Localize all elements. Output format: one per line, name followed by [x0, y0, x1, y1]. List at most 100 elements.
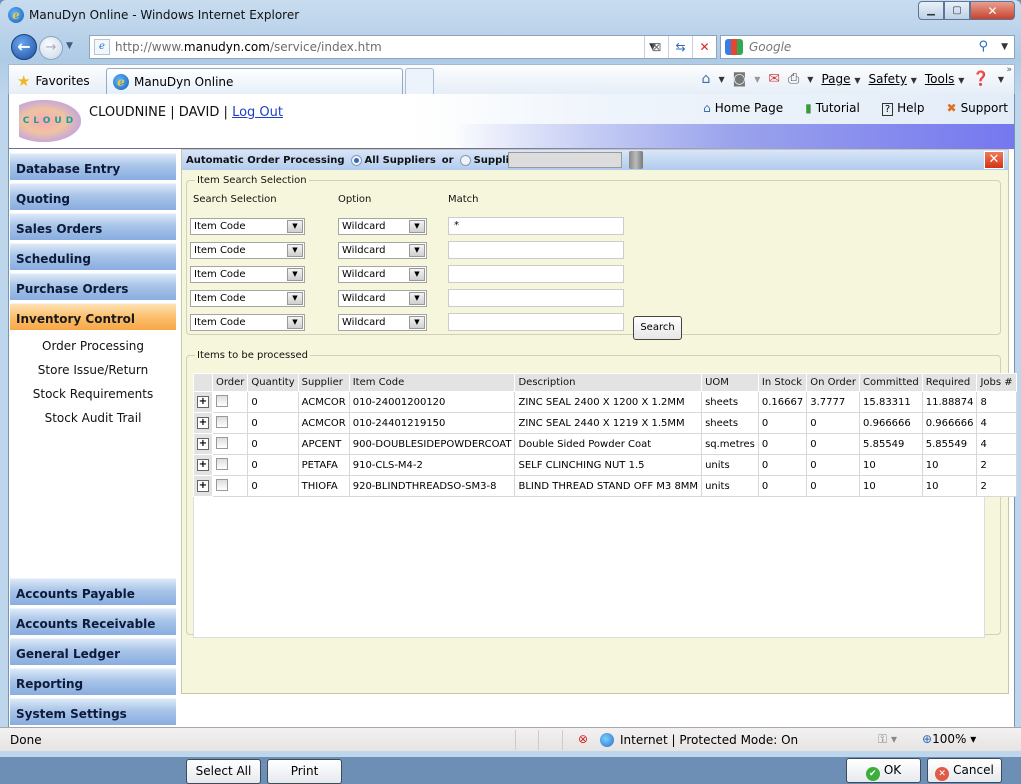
column-header[interactable]: In Stock: [757, 373, 808, 392]
column-header[interactable]: Required: [921, 373, 978, 392]
security-zone[interactable]: Internet | Protected Mode: On: [600, 733, 798, 747]
nav-accounts-payable[interactable]: Accounts Payable: [10, 578, 176, 605]
search-box[interactable]: Google ⚲ ▼: [720, 35, 1015, 59]
search-selection-dropdown[interactable]: Item Code ▼: [190, 314, 305, 331]
more-commands-icon[interactable]: »: [1006, 65, 1012, 75]
nav-accounts-receivable[interactable]: Accounts Receivable: [10, 608, 176, 635]
ok-button[interactable]: ✔ OK: [846, 758, 921, 783]
match-input[interactable]: [448, 313, 624, 331]
new-tab-button[interactable]: [405, 68, 434, 95]
home-icon[interactable]: ⌂: [702, 71, 711, 87]
feeds-dropdown-icon[interactable]: ▼: [754, 75, 760, 84]
print-button[interactable]: Print: [267, 759, 342, 784]
nav-inventory-control[interactable]: Inventory Control: [10, 303, 176, 330]
compatibility-view-icon[interactable]: ⊠: [644, 36, 668, 58]
back-button[interactable]: ←: [11, 34, 37, 60]
protected-mode-icon[interactable]: ⚿ ▾: [878, 732, 897, 747]
table-row[interactable]: +0 ACMCOR 010-24401219150 ZINC SEAL 2440 X …: [193, 412, 1017, 434]
nav-system-settings[interactable]: System Settings: [10, 698, 176, 725]
refresh-icon[interactable]: ⇆: [668, 36, 692, 58]
select-all-button[interactable]: Select All: [186, 759, 261, 784]
subnav-order-processing[interactable]: Order Processing: [9, 339, 177, 353]
table-row[interactable]: +0 ACMCOR 010-24001200120 ZINC SEAL 2400 X …: [193, 391, 1017, 413]
search-selection-dropdown[interactable]: Item Code ▼: [190, 242, 305, 259]
tools-menu[interactable]: Tools ▼: [925, 72, 965, 86]
close-window-button[interactable]: ✕: [970, 1, 1015, 20]
subnav-stock-requirements[interactable]: Stock Requirements: [9, 387, 177, 401]
home-page-link[interactable]: ⌂ Home Page: [703, 101, 783, 115]
supplier-radio[interactable]: [459, 154, 471, 166]
help-dropdown-icon[interactable]: ▼: [998, 75, 1004, 84]
zoom-level[interactable]: ⊕100% ▾: [922, 732, 976, 746]
search-icon[interactable]: ⚲: [978, 39, 988, 54]
favorites-button[interactable]: ★ Favorites: [17, 72, 90, 90]
mail-icon[interactable]: ✉: [768, 71, 780, 87]
column-header[interactable]: On Order: [806, 373, 861, 392]
match-input[interactable]: [448, 241, 624, 259]
column-header[interactable]: Item Code: [348, 373, 516, 392]
nav-database-entry[interactable]: Database Entry: [10, 153, 176, 180]
option-dropdown[interactable]: Wildcard ▼: [338, 290, 427, 307]
subnav-store-issue-return[interactable]: Store Issue/Return: [9, 363, 177, 377]
url-text[interactable]: http://www.manudyn.com/service/index.htm: [115, 40, 382, 54]
print-dropdown-icon[interactable]: ▼: [807, 75, 813, 84]
feeds-icon[interactable]: ◙: [733, 71, 747, 87]
forward-button[interactable]: →: [39, 36, 63, 60]
table-row[interactable]: +0 THIOFA 920-BLINDTHREADSO-SM3-8 BLIND THR…: [193, 475, 1017, 497]
print-icon[interactable]: ⎙: [788, 71, 799, 87]
column-header[interactable]: Jobs #: [976, 373, 1017, 392]
stop-icon[interactable]: ✕: [692, 36, 716, 58]
match-input[interactable]: [448, 289, 624, 307]
maximize-button[interactable]: ▢: [944, 1, 970, 20]
minimize-button[interactable]: ▁: [918, 1, 944, 20]
expand-row-icon[interactable]: +: [197, 438, 209, 450]
nav-general-ledger[interactable]: General Ledger: [10, 638, 176, 665]
nav-scheduling[interactable]: Scheduling: [10, 243, 176, 270]
order-checkbox[interactable]: [216, 478, 228, 491]
column-header[interactable]: Quantity: [247, 373, 299, 392]
all-suppliers-radio[interactable]: [350, 154, 362, 166]
address-bar[interactable]: e http://www.manudyn.com/service/index.h…: [89, 35, 717, 59]
search-selection-dropdown[interactable]: Item Code ▼: [190, 266, 305, 283]
logout-link[interactable]: Log Out: [232, 105, 283, 120]
search-dropdown-icon[interactable]: ▼: [1001, 42, 1008, 52]
order-checkbox[interactable]: [216, 415, 228, 428]
popup-blocked-icon[interactable]: ⊗: [578, 732, 588, 746]
search-selection-dropdown[interactable]: Item Code ▼: [190, 290, 305, 307]
column-header[interactable]: Committed: [859, 373, 923, 392]
order-checkbox[interactable]: [216, 436, 228, 449]
cancel-button[interactable]: ✕ Cancel: [927, 758, 1002, 783]
match-input[interactable]: [448, 265, 624, 283]
option-dropdown[interactable]: Wildcard ▼: [338, 266, 427, 283]
page-menu[interactable]: Page ▼: [821, 72, 860, 86]
search-input[interactable]: Google: [749, 40, 791, 54]
column-header[interactable]: Order: [211, 373, 249, 392]
help-menu-icon[interactable]: ❓: [972, 71, 989, 87]
column-header[interactable]: Supplier: [297, 373, 350, 392]
browser-tab[interactable]: e ManuDyn Online: [106, 68, 403, 95]
option-dropdown[interactable]: Wildcard ▼: [338, 242, 427, 259]
search-selection-dropdown[interactable]: Item Code ▼: [190, 218, 305, 235]
search-button[interactable]: Search: [633, 316, 682, 340]
recent-pages-dropdown[interactable]: ▼: [66, 41, 73, 51]
nav-purchase-orders[interactable]: Purchase Orders: [10, 273, 176, 300]
order-checkbox[interactable]: [216, 457, 228, 470]
home-dropdown-icon[interactable]: ▼: [718, 75, 724, 84]
expand-row-icon[interactable]: +: [197, 480, 209, 492]
option-dropdown[interactable]: Wildcard ▼: [338, 218, 427, 235]
table-row[interactable]: +0 PETAFA 910-CLS-M4-2 SELF CLINCHING NUT 1…: [193, 454, 1017, 476]
table-row[interactable]: +0 APCENT 900-DOUBLESIDEPOWDERCOAT Double S…: [193, 433, 1017, 455]
help-link[interactable]: ? Help: [881, 101, 925, 116]
expand-row-icon[interactable]: +: [197, 459, 209, 471]
order-checkbox[interactable]: [216, 394, 228, 407]
expand-row-icon[interactable]: +: [197, 417, 209, 429]
supplier-input[interactable]: [508, 152, 622, 168]
expand-row-icon[interactable]: +: [197, 396, 209, 408]
column-header[interactable]: Description: [514, 373, 703, 392]
match-input[interactable]: *: [448, 217, 624, 235]
nav-quoting[interactable]: Quoting: [10, 183, 176, 210]
supplier-lookup-icon[interactable]: [629, 151, 643, 169]
column-header[interactable]: UOM: [701, 373, 759, 392]
nav-reporting[interactable]: Reporting: [10, 668, 176, 695]
tutorial-link[interactable]: ▮ Tutorial: [805, 101, 860, 115]
